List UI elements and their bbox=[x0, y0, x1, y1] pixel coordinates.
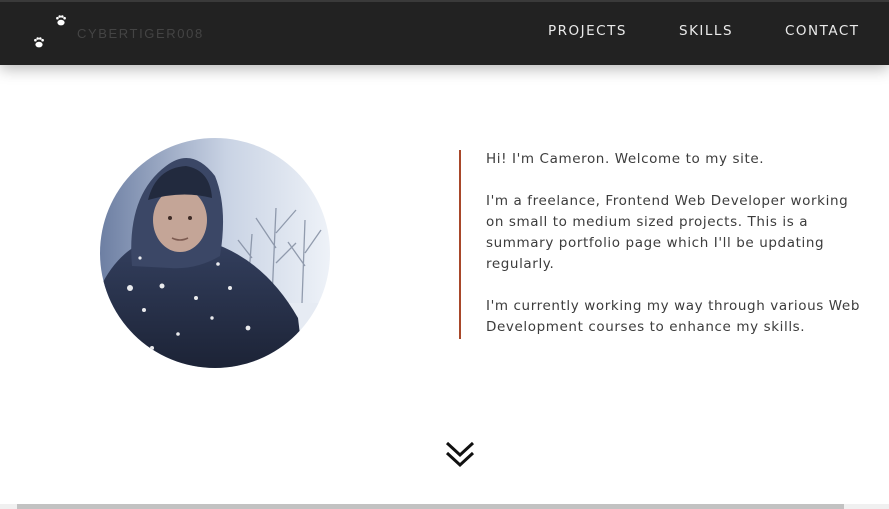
scrollbar-thumb[interactable] bbox=[17, 504, 844, 509]
nav-contact[interactable]: CONTACT bbox=[785, 23, 860, 39]
brand-name[interactable]: CYBERTIGER008 bbox=[77, 26, 204, 41]
intro-courses: I'm currently working my way through var… bbox=[486, 298, 860, 335]
double-chevron-down-icon[interactable] bbox=[443, 438, 477, 472]
top-navbar: CYBERTIGER008 PROJECTS SKILLS CONTACT bbox=[0, 0, 889, 65]
intro-greeting: Hi! I'm Cameron. Welcome to my site. bbox=[486, 151, 765, 167]
profile-photo bbox=[100, 138, 330, 368]
intro-description: I'm a freelance, Frontend Web Developer … bbox=[486, 193, 849, 272]
intro-text: Hi! I'm Cameron. Welcome to my site. I'm… bbox=[486, 149, 871, 359]
accent-rule bbox=[459, 150, 461, 339]
nav-projects[interactable]: PROJECTS bbox=[548, 23, 627, 39]
paw-prints-icon[interactable] bbox=[30, 12, 75, 52]
horizontal-scrollbar[interactable] bbox=[0, 504, 889, 509]
nav-skills[interactable]: SKILLS bbox=[679, 23, 733, 39]
